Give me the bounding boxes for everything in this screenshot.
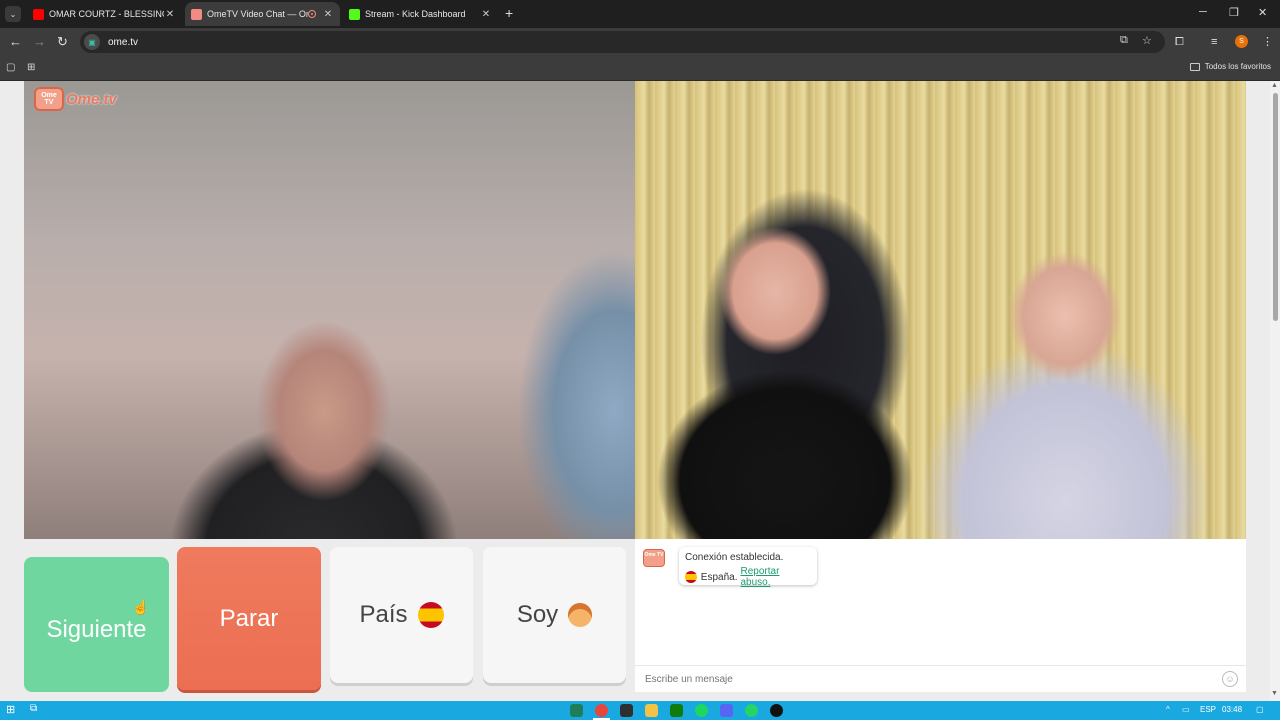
tab-kick[interactable]: Stream - Kick Dashboard ✕ <box>343 2 498 26</box>
discord-icon[interactable] <box>720 704 733 717</box>
windows-start-icon[interactable]: ⊞ <box>6 703 15 716</box>
chat-panel: Ome TV Conexión establecida. España. Rep… <box>635 539 1246 692</box>
scroll-thumb[interactable] <box>1273 93 1278 321</box>
close-icon[interactable]: ✕ <box>480 9 492 20</box>
edge-icon[interactable] <box>570 704 583 717</box>
settings-icon[interactable] <box>620 704 633 717</box>
windows-taskbar: ⊞ ⧉ ^ ▭ ESP 03:48 ▢ <box>0 701 1280 720</box>
xbox-icon[interactable] <box>670 704 683 717</box>
system-message: Conexión establecida. España. Reportar a… <box>679 547 817 588</box>
address-bar[interactable]: ▣ ome.tv ⧉ ☆ <box>80 31 1165 53</box>
tab-youtube[interactable]: OMAR COURTZ - BLESSINGS (V ✕ <box>27 2 182 26</box>
language-indicator[interactable]: ESP <box>1200 705 1216 714</box>
close-icon[interactable]: ✕ <box>322 9 334 20</box>
next-button[interactable]: Siguiente <box>24 557 169 692</box>
tab-ometv[interactable]: OmeTV Video Chat — Ome ✕ <box>185 2 340 26</box>
ometv-logo[interactable]: Ome TV Ome.tv <box>34 87 117 111</box>
ometv-logo-text: Ome.tv <box>66 90 117 108</box>
next-label: Siguiente <box>46 615 147 643</box>
report-abuse-link[interactable]: Reportar abuso. <box>741 566 812 588</box>
ometv-logo-icon: Ome TV <box>34 87 64 111</box>
gender-button[interactable]: Soy <box>483 547 626 683</box>
page-icon[interactable]: ▢ <box>6 62 15 73</box>
recording-icon <box>308 10 316 18</box>
apps-grid-icon[interactable]: ⊞ <box>27 62 35 73</box>
site-info-icon[interactable]: ▣ <box>84 34 100 50</box>
scroll-up-icon[interactable]: ▲ <box>1271 82 1278 89</box>
chrome-icon[interactable] <box>595 704 608 717</box>
reload-icon[interactable]: ↻ <box>57 34 68 50</box>
ometv-chat-avatar-icon: Ome TV <box>643 549 665 567</box>
spain-flag-icon <box>417 602 444 628</box>
obs-icon[interactable] <box>770 704 783 717</box>
extensions-icon[interactable]: ⧠ <box>1175 36 1184 49</box>
kick-icon <box>349 8 360 20</box>
new-tab-button[interactable]: + <box>505 5 513 21</box>
all-bookmarks-button[interactable]: Todos los favoritos <box>1189 62 1271 71</box>
folder-icon <box>1189 62 1200 71</box>
ometv-page: Ome TV Ome.tv Siguiente Parar País Soy ☝… <box>0 81 1270 701</box>
stop-button[interactable]: Parar <box>177 547 321 690</box>
boy-emoji-icon <box>568 603 593 627</box>
tab-title: OmeTV Video Chat — Ome <box>207 9 308 19</box>
network-icon[interactable]: ▭ <box>1182 705 1190 714</box>
tray-chevron-icon[interactable]: ^ <box>1166 705 1170 714</box>
task-view-icon[interactable]: ⧉ <box>30 703 37 714</box>
clock[interactable]: 03:48 <box>1222 705 1242 714</box>
profile-avatar[interactable]: S <box>1235 35 1248 48</box>
all-bookmarks-label: Todos los favoritos <box>1204 62 1271 71</box>
stop-label: Parar <box>219 604 279 632</box>
install-app-icon[interactable]: ⧉ <box>1120 34 1128 47</box>
url-text: ome.tv <box>108 36 139 48</box>
country-label: País <box>359 601 408 628</box>
bookmarks-bar: ▢ ⊞ Todos los favoritos <box>0 56 1280 81</box>
browser-tab-bar: ⌄ OMAR COURTZ - BLESSINGS (V ✕ OmeTV Vid… <box>0 0 1280 28</box>
forward-icon[interactable]: → <box>33 34 46 49</box>
connection-status: Conexión establecida. <box>685 552 784 563</box>
restore-icon[interactable]: ❐ <box>1229 6 1239 19</box>
emoji-picker-icon[interactable]: ☺ <box>1222 671 1238 687</box>
page-scrollbar[interactable]: ▲ ▼ <box>1270 81 1280 701</box>
file-explorer-icon[interactable] <box>645 704 658 717</box>
whatsapp-icon[interactable] <box>745 704 758 717</box>
hand-cursor-icon: ☝ <box>132 599 150 615</box>
back-icon[interactable]: ← <box>9 34 22 49</box>
tab-title: Stream - Kick Dashboard <box>365 9 466 19</box>
bookmark-star-icon[interactable]: ☆ <box>1142 34 1152 47</box>
remote-video <box>635 81 1246 539</box>
local-video: Ome TV Ome.tv <box>24 81 635 539</box>
close-icon[interactable]: ✕ <box>164 9 176 20</box>
window-close-icon[interactable]: ✕ <box>1258 6 1267 19</box>
spain-flag-icon <box>685 571 697 583</box>
message-box: ☺ <box>635 665 1246 692</box>
youtube-icon <box>33 8 44 20</box>
gender-label: Soy <box>516 601 559 628</box>
tab-title: OMAR COURTZ - BLESSINGS (V <box>49 9 164 19</box>
tab-search-button[interactable]: ⌄ <box>5 6 21 22</box>
ometv-icon <box>191 8 202 20</box>
menu-icon[interactable]: ⋮ <box>1262 35 1273 48</box>
media-controls-icon[interactable]: ≡ <box>1211 36 1217 48</box>
chevron-down-icon: ⌄ <box>9 9 17 19</box>
spotify-icon[interactable] <box>695 704 708 717</box>
message-input[interactable] <box>643 672 1222 686</box>
country-button[interactable]: País <box>330 547 473 683</box>
scroll-down-icon[interactable]: ▼ <box>1271 690 1278 697</box>
minimize-icon[interactable]: ─ <box>1199 6 1207 18</box>
notifications-icon[interactable]: ▢ <box>1256 705 1264 714</box>
browser-toolbar: ← → ↻ ▣ ome.tv ⧉ ☆ ⧠ ≡ S ⋮ <box>0 28 1280 56</box>
partner-country: España. <box>700 571 738 583</box>
